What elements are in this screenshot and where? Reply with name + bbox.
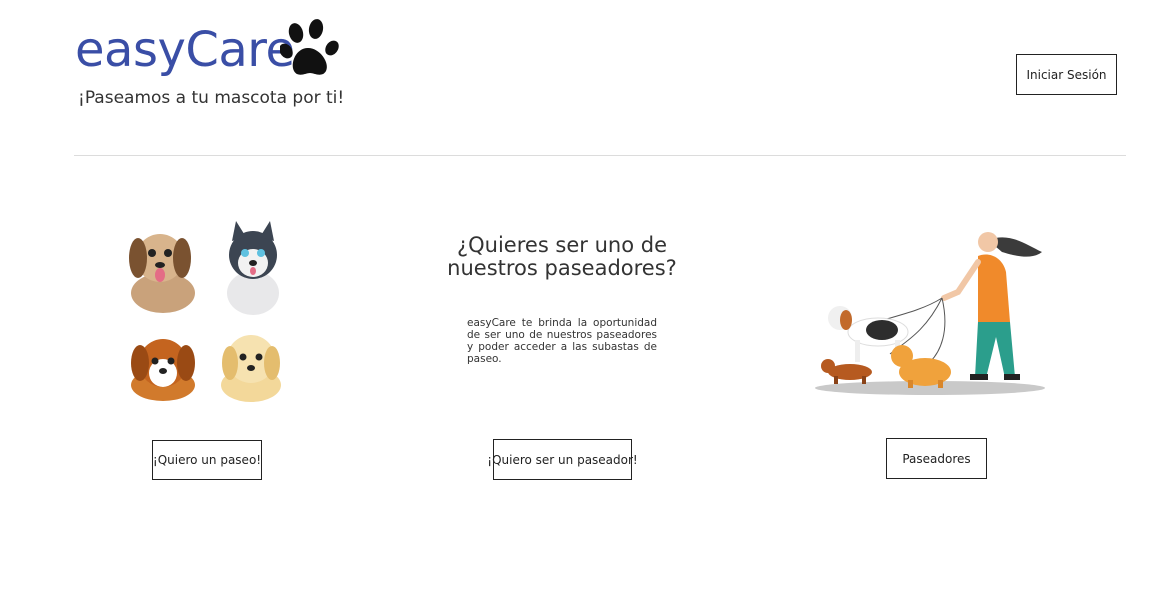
tagline: ¡Paseamos a tu mascota por ti! <box>78 88 345 108</box>
want-walk-button[interactable]: ¡Quiero un paseo! <box>152 440 262 480</box>
paw-icon <box>280 19 339 75</box>
puppy-brown-image <box>129 234 195 313</box>
walker-heading: ¿Quieres ser uno de nuestros paseadores? <box>447 233 677 280</box>
puppies-illustration <box>129 221 281 402</box>
become-walker-button[interactable]: ¡Quiero ser un paseador! <box>487 439 638 480</box>
dog-walker-illustration <box>815 232 1045 395</box>
woman-figure <box>941 232 1042 380</box>
puppy-husky-image <box>227 221 279 315</box>
puppy-beagle-image <box>131 339 195 401</box>
brand-logo-text[interactable]: easyCare <box>75 20 295 80</box>
walkers-button[interactable]: Paseadores <box>886 438 987 479</box>
walker-description: easyCare te brinda la oportunidad de ser… <box>467 317 657 365</box>
login-button[interactable]: Iniciar Sesión <box>1016 54 1117 95</box>
header-divider <box>74 155 1126 156</box>
puppy-golden-image <box>221 335 281 402</box>
dog-dachshund <box>821 359 872 384</box>
